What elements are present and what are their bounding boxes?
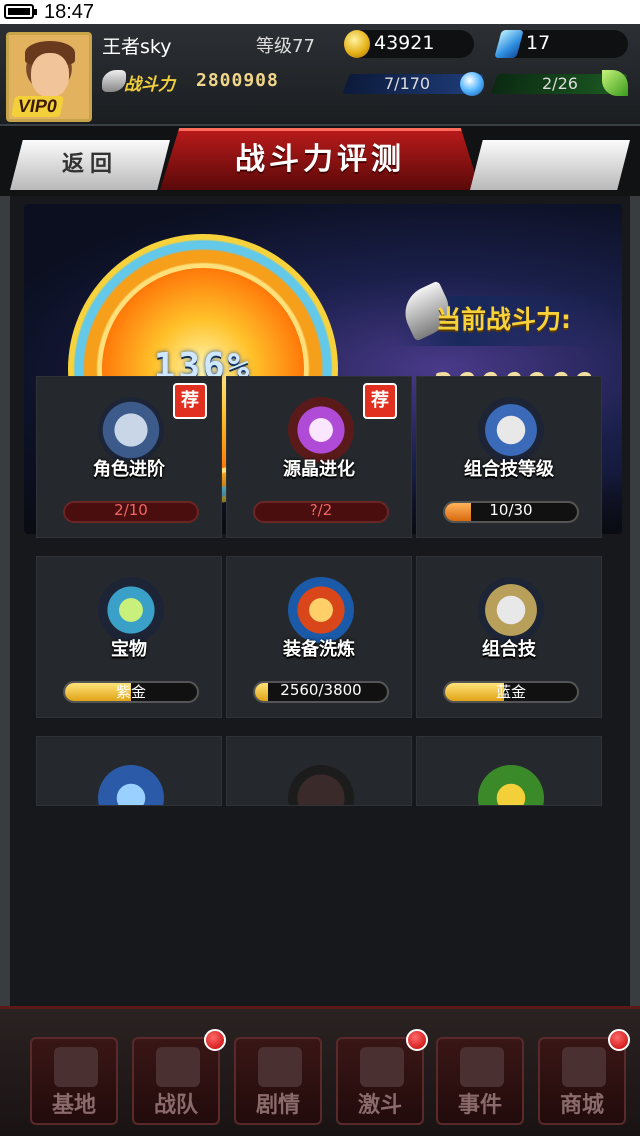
status-time: 18:47: [44, 1, 95, 23]
combo-skill-icon: [478, 577, 544, 643]
hero-mask-icon: [258, 1047, 302, 1087]
diamond-icon: [494, 30, 524, 58]
feature-tile-partial[interactable]: [416, 736, 602, 806]
nav-battle[interactable]: 激斗: [336, 1037, 424, 1125]
gem-value: 17: [526, 32, 551, 54]
avatar[interactable]: VIP0: [6, 32, 92, 122]
energy-value: 2/26: [542, 74, 578, 93]
back-button[interactable]: 返回: [10, 140, 170, 190]
page-title: 战斗力评测: [235, 142, 405, 177]
player-header: VIP0 王者sky 等级77 43921 17 战斗力 2800908 7/1…: [0, 24, 640, 126]
gold-coin-icon: [344, 30, 370, 58]
feature-tile-partial[interactable]: [36, 736, 222, 806]
nav-label: 激斗: [357, 1093, 402, 1118]
vip-badge: VIP0: [11, 96, 64, 117]
gold-value: 43921: [374, 32, 435, 54]
combo-level-icon: [478, 397, 544, 463]
feature-tile-crystal[interactable]: 源晶进化 荐 ?/2: [226, 376, 412, 538]
flying-hero-icon: [460, 1047, 504, 1087]
character-advance-icon: [98, 397, 164, 463]
nav-label: 战队: [153, 1093, 198, 1118]
recommended-badge: 荐: [173, 383, 207, 419]
partial-feature-icon: [98, 765, 164, 805]
feature-progress: ?/2: [309, 501, 333, 519]
base-icon: [54, 1047, 98, 1087]
feature-tile-refine[interactable]: 装备洗炼 2560/3800: [226, 556, 412, 718]
nav-label: 剧情: [255, 1093, 300, 1118]
cards-icon: [156, 1047, 200, 1087]
feature-progress: 蓝金: [495, 683, 526, 701]
feature-label: 组合技等级: [464, 459, 554, 480]
player-level: 等级77: [256, 36, 315, 57]
gold-counter[interactable]: 43921: [344, 30, 474, 58]
nav-story[interactable]: 剧情: [234, 1037, 322, 1125]
nav-events[interactable]: 事件: [436, 1037, 524, 1125]
battery-icon: [4, 4, 37, 19]
feature-label: 组合技: [482, 639, 536, 660]
feature-tile-partial[interactable]: [226, 736, 412, 806]
partial-feature-icon: [478, 765, 544, 805]
feature-tile-advance[interactable]: 角色进阶 荐 2/10: [36, 376, 222, 538]
nav-label: 基地: [51, 1093, 96, 1118]
nav-label: 商城: [559, 1093, 604, 1118]
notification-dot: [406, 1029, 428, 1051]
nav-label: 事件: [457, 1093, 502, 1118]
notification-dot: [204, 1029, 226, 1051]
shopping-cart-icon: [562, 1047, 606, 1087]
current-power-label: 当前战斗力:: [436, 305, 571, 334]
nav-shop[interactable]: 商城: [538, 1037, 626, 1125]
feature-label: 角色进阶: [93, 459, 165, 480]
crystal-icon: [288, 397, 354, 463]
title-bar: 战斗力评测 返回: [10, 128, 630, 196]
player-name: 王者sky: [102, 36, 172, 58]
feature-progress: 2560/3800: [280, 681, 362, 699]
helmet-icon: [360, 1047, 404, 1087]
feature-tile-combo-level[interactable]: 组合技等级 10/30: [416, 376, 602, 538]
recommended-badge: 荐: [363, 383, 397, 419]
stamina-orb-icon[interactable]: [460, 72, 484, 96]
feature-label: 装备洗炼: [283, 639, 355, 660]
feature-label: 宝物: [111, 639, 147, 660]
status-bar: 18:47: [0, 0, 640, 24]
treasure-icon: [98, 577, 164, 643]
feature-progress: 紫金: [115, 683, 146, 701]
equipment-refine-icon: [288, 577, 354, 643]
feature-progress: 2/10: [114, 501, 148, 519]
feature-progress: 10/30: [489, 501, 533, 519]
feature-label: 源晶进化: [283, 459, 355, 480]
nav-base[interactable]: 基地: [30, 1037, 118, 1125]
horn-icon: [102, 70, 126, 92]
gem-counter[interactable]: 17: [494, 30, 628, 58]
power-value: 2800908: [196, 70, 279, 91]
notification-dot: [608, 1029, 630, 1051]
nav-team[interactable]: 战队: [132, 1037, 220, 1125]
avatar-face: [31, 53, 69, 97]
feature-tile-treasure[interactable]: 宝物 紫金: [36, 556, 222, 718]
bottom-nav: 基地 战队 剧情 激斗 事件 商城: [0, 1006, 640, 1136]
power-label: 战斗力: [124, 75, 175, 95]
partial-feature-icon: [288, 765, 354, 805]
title-right-plate: [470, 140, 630, 190]
feature-tile-combo[interactable]: 组合技 蓝金: [416, 556, 602, 718]
stamina-value: 7/170: [384, 74, 431, 93]
